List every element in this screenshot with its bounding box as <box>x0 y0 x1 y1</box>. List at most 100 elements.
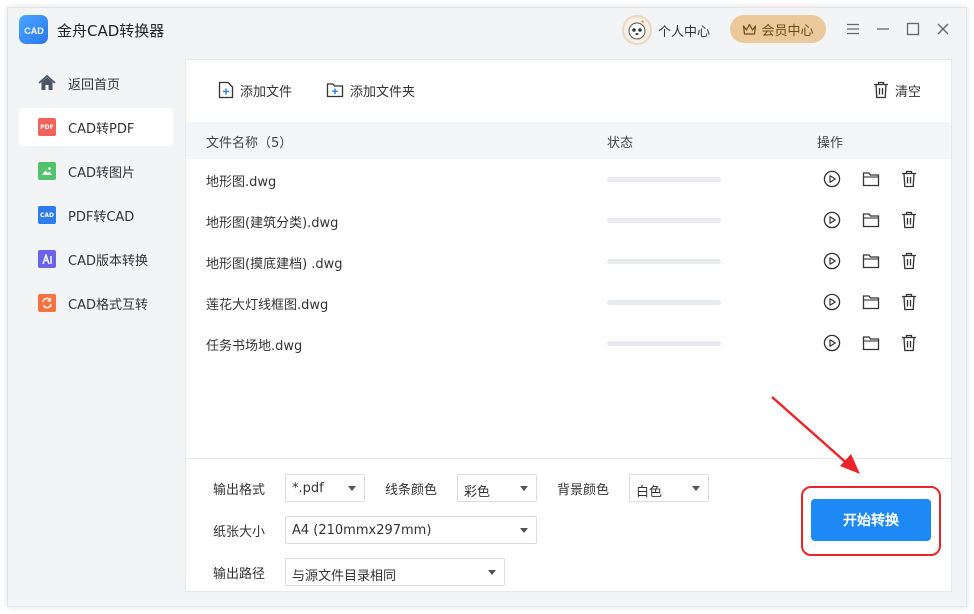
add-file-icon <box>218 81 234 99</box>
table-row[interactable]: 莲花大灯线框图.dwg <box>186 282 951 323</box>
cad-file-icon: CAD <box>38 206 56 224</box>
folder-icon[interactable] <box>861 210 881 230</box>
chevron-down-icon <box>692 486 700 491</box>
folder-icon[interactable] <box>861 333 881 353</box>
sidebar-item-cad-to-pdf[interactable]: PDF CAD转PDF <box>19 108 173 146</box>
add-folder-label: 添加文件夹 <box>350 84 416 100</box>
add-folder-button[interactable]: 添加文件夹 <box>326 78 415 102</box>
sidebar-item-label: CAD格式互转 <box>68 297 148 313</box>
avatar <box>622 15 652 45</box>
delete-icon[interactable] <box>899 210 919 230</box>
convert-file-icon <box>38 294 56 312</box>
sidebar-item-label: CAD转图片 <box>68 165 135 181</box>
delete-icon[interactable] <box>899 292 919 312</box>
home-icon <box>38 74 56 92</box>
column-header-status: 状态 <box>607 136 634 151</box>
maximize-icon[interactable] <box>902 18 924 40</box>
vip-center-label: 会员中心 <box>761 23 814 39</box>
user-center-label: 个人中心 <box>658 24 711 40</box>
chevron-down-icon <box>488 570 496 575</box>
cad-file-icon-text: CAD <box>39 211 55 219</box>
paper-size-select[interactable]: A4 (210mmx297mm) <box>285 516 537 544</box>
file-name: 地形图(建筑分类).dwg <box>206 216 339 231</box>
sidebar-item-label: PDF转CAD <box>68 209 135 225</box>
sidebar-item-label: CAD转PDF <box>68 121 135 137</box>
play-icon[interactable] <box>822 333 842 353</box>
folder-icon[interactable] <box>861 251 881 271</box>
chevron-down-icon <box>520 486 528 491</box>
menu-icon[interactable] <box>842 18 864 40</box>
app-logo: CAD <box>19 15 48 44</box>
table-row[interactable]: 任务书场地.dwg <box>186 323 951 364</box>
sidebar-item-format-convert[interactable]: CAD格式互转 <box>19 284 173 322</box>
paper-size-label: 纸张大小 <box>213 525 266 540</box>
file-name: 莲花大灯线框图.dwg <box>206 298 329 313</box>
output-format-value: *.pdf <box>292 481 324 496</box>
status-progress-bar <box>607 218 721 223</box>
title-bar: CAD 金舟CAD转换器 个人中心 会员中心 <box>8 8 966 52</box>
file-name: 地形图.dwg <box>206 175 277 190</box>
column-header-name: 文件名称（5） <box>206 136 293 151</box>
add-folder-icon <box>326 83 344 98</box>
bg-color-label: 背景颜色 <box>557 483 610 498</box>
clear-button[interactable]: 清空 <box>873 78 921 102</box>
output-format-label: 输出格式 <box>213 483 266 498</box>
output-path-value: 与源文件目录相同 <box>292 569 397 584</box>
user-center-button[interactable]: 个人中心 <box>622 14 710 46</box>
line-color-label: 线条颜色 <box>385 483 438 498</box>
status-progress-bar <box>607 177 721 182</box>
chevron-down-icon <box>348 486 356 491</box>
delete-icon[interactable] <box>899 169 919 189</box>
crown-icon <box>743 23 757 35</box>
column-header-actions: 操作 <box>817 136 844 151</box>
table-header: 文件名称（5） 状态 操作 <box>186 122 951 159</box>
start-convert-button[interactable]: 开始转换 <box>811 499 931 541</box>
add-file-label: 添加文件 <box>240 84 293 100</box>
sidebar-item-pdf-to-cad[interactable]: CAD PDF转CAD <box>19 196 173 234</box>
bg-color-value: 白色 <box>636 485 663 500</box>
sidebar-item-home[interactable]: 返回首页 <box>19 64 173 102</box>
output-format-select[interactable]: *.pdf <box>285 474 365 502</box>
version-file-icon <box>38 250 56 268</box>
minimize-icon[interactable] <box>872 18 894 40</box>
delete-icon[interactable] <box>899 333 919 353</box>
pdf-file-icon: PDF <box>38 118 56 136</box>
line-color-value: 彩色 <box>464 485 491 500</box>
table-row[interactable]: 地形图(摸底建档) .dwg <box>186 241 951 282</box>
file-name: 任务书场地.dwg <box>206 339 303 354</box>
status-progress-bar <box>607 300 721 305</box>
file-name: 地形图(摸底建档) .dwg <box>206 257 343 272</box>
status-progress-bar <box>607 259 721 264</box>
delete-icon[interactable] <box>899 251 919 271</box>
image-file-icon <box>38 162 56 180</box>
play-icon[interactable] <box>822 169 842 189</box>
paper-size-value: A4 (210mmx297mm) <box>292 523 432 538</box>
sidebar-item-label: 返回首页 <box>68 77 121 93</box>
line-color-select[interactable]: 彩色 <box>457 474 537 502</box>
trash-icon <box>874 81 888 99</box>
play-icon[interactable] <box>822 251 842 271</box>
table-row[interactable]: 地形图.dwg <box>186 159 951 200</box>
sidebar: 返回首页 PDF CAD转PDF CAD转图片 CAD PDF转CAD CAD版… <box>8 64 184 328</box>
folder-icon[interactable] <box>861 292 881 312</box>
sidebar-item-version-convert[interactable]: CAD版本转换 <box>19 240 173 278</box>
pdf-file-icon-text: PDF <box>40 123 54 131</box>
output-path-label: 输出路径 <box>213 567 266 582</box>
sidebar-item-label: CAD版本转换 <box>68 253 148 269</box>
bg-color-select[interactable]: 白色 <box>629 474 709 502</box>
play-icon[interactable] <box>822 210 842 230</box>
close-icon[interactable] <box>932 18 954 40</box>
table-row[interactable]: 地形图(建筑分类).dwg <box>186 200 951 241</box>
app-title: 金舟CAD转换器 <box>57 22 165 40</box>
add-file-button[interactable]: 添加文件 <box>218 78 292 102</box>
app-logo-text: CAD <box>24 26 44 36</box>
chevron-down-icon <box>520 528 528 533</box>
output-path-select[interactable]: 与源文件目录相同 <box>285 558 505 586</box>
toolbar: 添加文件 添加文件夹 清空 <box>186 60 951 122</box>
play-icon[interactable] <box>822 292 842 312</box>
status-progress-bar <box>607 341 721 346</box>
folder-icon[interactable] <box>861 169 881 189</box>
clear-label: 清空 <box>895 84 922 100</box>
vip-center-button[interactable]: 会员中心 <box>730 15 826 43</box>
sidebar-item-cad-to-image[interactable]: CAD转图片 <box>19 152 173 190</box>
